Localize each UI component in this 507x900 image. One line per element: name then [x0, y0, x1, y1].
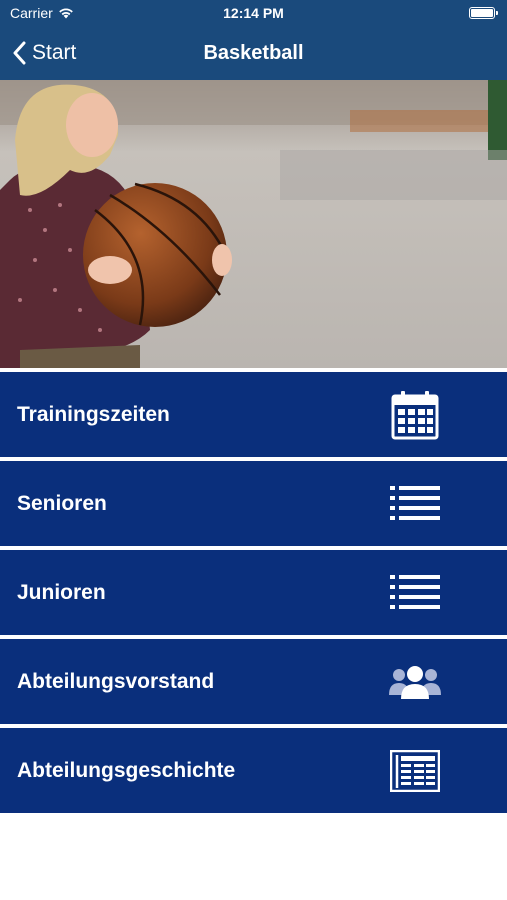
newspaper-icon: [389, 745, 441, 797]
people-icon: [389, 656, 441, 708]
hero-illustration: [0, 80, 507, 368]
hero-photo: [0, 80, 507, 368]
menu-item-label: Senioren: [17, 491, 107, 515]
menu-item-junioren[interactable]: Junioren: [0, 550, 507, 635]
menu-item-label: Abteilungsgeschichte: [17, 758, 236, 782]
navigation-bar: Start Basketball: [0, 26, 507, 80]
list-icon: [389, 567, 441, 619]
menu-item-label: Trainingszeiten: [17, 402, 170, 426]
page-title: Basketball: [203, 42, 304, 64]
menu-item-abteilungsvorstand[interactable]: Abteilungsvorstand: [0, 639, 507, 724]
menu-item-label: Abteilungsvorstand: [17, 669, 215, 693]
menu-item-senioren[interactable]: Senioren: [0, 461, 507, 546]
calendar-icon: [389, 389, 441, 441]
menu-item-label: Junioren: [17, 580, 106, 604]
battery-icon: [469, 7, 498, 19]
status-bar: Carrier 12:14 PM: [0, 0, 507, 26]
status-time: 12:14 PM: [223, 5, 284, 21]
menu-list: Trainingszeiten Senioren Junioren Abteil…: [0, 372, 507, 817]
list-icon: [389, 478, 441, 530]
menu-item-abteilungsgeschichte[interactable]: Abteilungsgeschichte: [0, 728, 507, 813]
menu-item-trainingszeiten[interactable]: Trainingszeiten: [0, 372, 507, 457]
